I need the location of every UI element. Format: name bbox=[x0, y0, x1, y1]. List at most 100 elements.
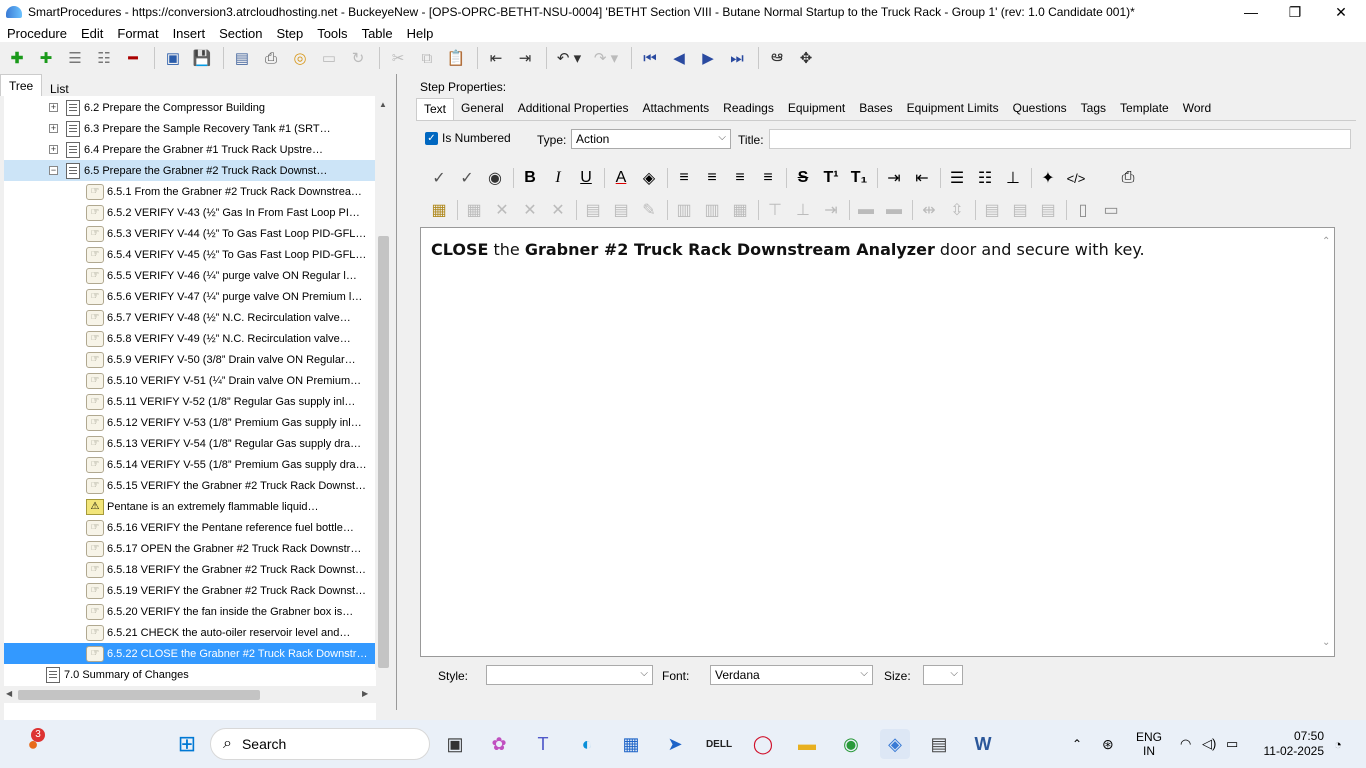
power-automate-icon[interactable]: ➤ bbox=[660, 729, 690, 759]
insert-symbol-icon[interactable]: ◉ bbox=[482, 166, 508, 190]
title-input[interactable] bbox=[769, 129, 1351, 149]
tree-step-item[interactable]: ☞ 6.5.22 CLOSE the Grabner #2 Truck Rack … bbox=[4, 643, 376, 664]
vertical-text-icon[interactable]: ▯ bbox=[1070, 198, 1096, 222]
tree-scroll-thumb[interactable] bbox=[378, 236, 389, 668]
cell-properties-icon[interactable]: ▤ bbox=[580, 198, 606, 222]
cell-align-right-icon[interactable]: ▤ bbox=[1035, 198, 1061, 222]
first-icon[interactable]: ⏮ bbox=[637, 45, 663, 71]
tab-tree[interactable]: Tree bbox=[0, 74, 43, 96]
tree-step-item[interactable]: ☞ 6.5.17 OPEN the Grabner #2 Truck Rack D… bbox=[4, 538, 376, 559]
minimize-button[interactable]: — bbox=[1228, 0, 1274, 24]
horizontal-line-icon[interactable]: ⊥ bbox=[1000, 166, 1026, 190]
delete-table-icon[interactable]: ✕ bbox=[489, 198, 515, 222]
italic-icon[interactable]: I bbox=[545, 166, 571, 190]
tree-step-item[interactable]: ☞ 6.5.19 VERIFY the Grabner #2 Truck Rack… bbox=[4, 580, 376, 601]
numbered-list-icon[interactable]: ☷ bbox=[972, 166, 998, 190]
tab-readings[interactable]: Readings bbox=[716, 98, 781, 120]
menu-procedure[interactable]: Procedure bbox=[0, 26, 74, 41]
scroll-down-icon[interactable]: ⌄ bbox=[1322, 637, 1330, 648]
delete-row-icon[interactable]: ✕ bbox=[517, 198, 543, 222]
tree-step-item[interactable]: ☞ 6.5.1 From the Grabner #2 Truck Rack Do… bbox=[4, 181, 376, 202]
style-select[interactable]: ⌵ bbox=[486, 665, 653, 685]
word-icon[interactable]: W bbox=[968, 729, 998, 759]
type-select[interactable]: Action ⌵ bbox=[571, 129, 731, 149]
insert-table-icon[interactable]: ▦ bbox=[426, 198, 452, 222]
close-button[interactable]: ✕ bbox=[1318, 0, 1364, 24]
size-select[interactable]: ⌵ bbox=[923, 665, 963, 685]
tree-step-item[interactable]: ☞ 6.5.3 VERIFY V-44 (½” To Gas Fast Loop … bbox=[4, 223, 376, 244]
merge-cells-icon[interactable]: ▦ bbox=[727, 198, 753, 222]
volume-icon[interactable]: ◁) bbox=[1202, 720, 1216, 768]
indent-list-icon[interactable]: ☰ bbox=[62, 45, 88, 71]
next-icon[interactable]: ▶ bbox=[695, 45, 721, 71]
split-cell-icon[interactable]: ▬ bbox=[881, 198, 907, 222]
expand-icon[interactable]: + bbox=[49, 103, 58, 112]
chrome-icon[interactable]: ◉ bbox=[836, 729, 866, 759]
outdent-icon[interactable]: ⇤ bbox=[483, 45, 509, 71]
tree-step-item[interactable]: ☞ 6.5.12 VERIFY V-53 (1/8” Premium Gas su… bbox=[4, 412, 376, 433]
link-icon[interactable]: ◎ bbox=[287, 45, 313, 71]
export-icon[interactable]: ▤ bbox=[229, 45, 255, 71]
font-select[interactable]: Verdana ⌵ bbox=[710, 665, 873, 685]
smartprocedures-icon[interactable]: ◈ bbox=[880, 729, 910, 759]
table-properties-icon[interactable]: ▦ bbox=[461, 198, 487, 222]
tree-section-item[interactable]: 7.0 Summary of Changes bbox=[4, 664, 376, 685]
clock[interactable]: 07:50 11-02-2025 bbox=[1258, 720, 1325, 768]
cell-style-icon[interactable]: ▤ bbox=[608, 198, 634, 222]
collapse-icon[interactable]: − bbox=[49, 166, 58, 175]
dell-icon[interactable]: DELL bbox=[704, 729, 734, 759]
tab-template[interactable]: Template bbox=[1113, 98, 1176, 120]
scroll-left-icon[interactable]: ◀ bbox=[6, 689, 12, 698]
tree-step-item[interactable]: ☞ 6.5.11 VERIFY V-52 (1/8” Regular Gas su… bbox=[4, 391, 376, 412]
align-left-icon[interactable]: ≡ bbox=[671, 166, 697, 190]
tree-step-item[interactable]: ☞ 6.5.15 VERIFY the Grabner #2 Truck Rack… bbox=[4, 475, 376, 496]
delete-column-icon[interactable]: ✕ bbox=[545, 198, 571, 222]
align-center-icon[interactable]: ≡ bbox=[699, 166, 725, 190]
tab-equipment-limits[interactable]: Equipment Limits bbox=[900, 98, 1006, 120]
tab-equipment[interactable]: Equipment bbox=[781, 98, 852, 120]
tab-bases[interactable]: Bases bbox=[852, 98, 899, 120]
tree-step-item[interactable]: ☞ 6.5.5 VERIFY V-46 (¼” purge valve ON Re… bbox=[4, 265, 376, 286]
insert-row-above-icon[interactable]: ⊤ bbox=[762, 198, 788, 222]
tree-vertical-scrollbar[interactable]: ▲ bbox=[375, 96, 392, 670]
print-icon[interactable]: ⎙ bbox=[258, 45, 284, 71]
tree-step-item[interactable]: ☞ 6.5.18 VERIFY the Grabner #2 Truck Rack… bbox=[4, 559, 376, 580]
merge-row-icon[interactable]: ▬ bbox=[853, 198, 879, 222]
tree-step-item[interactable]: ☞ 6.5.14 VERIFY V-55 (1/8” Premium Gas su… bbox=[4, 454, 376, 475]
bulleted-list-icon[interactable]: ☰ bbox=[944, 166, 970, 190]
html-source-icon[interactable]: </> bbox=[1063, 166, 1089, 190]
tree-section-item[interactable]: +6.3 Prepare the Sample Recovery Tank #1… bbox=[4, 118, 376, 139]
cell-align-left-icon[interactable]: ▤ bbox=[979, 198, 1005, 222]
tree-section-item[interactable]: +6.4 Prepare the Grabner #1 Truck Rack U… bbox=[4, 139, 376, 160]
undo-icon[interactable]: ↶ ▾ bbox=[552, 45, 586, 71]
move-icon[interactable]: ✥ bbox=[793, 45, 819, 71]
tray-vpn-icon[interactable]: ⊛ bbox=[1102, 720, 1114, 768]
tab-tags[interactable]: Tags bbox=[1074, 98, 1113, 120]
tree-step-item[interactable]: ☞ 6.5.10 VERIFY V-51 (¼” Drain valve ON P… bbox=[4, 370, 376, 391]
align-right-icon[interactable]: ≡ bbox=[727, 166, 753, 190]
menu-edit[interactable]: Edit bbox=[74, 26, 110, 41]
language-indicator[interactable]: ENG IN bbox=[1136, 720, 1162, 768]
print-preview-icon[interactable]: ⎙ bbox=[1115, 166, 1141, 190]
file-explorer-icon[interactable]: ▬ bbox=[792, 729, 822, 759]
tree-step-item[interactable]: ☞ 6.5.13 VERIFY V-54 (1/8” Regular Gas su… bbox=[4, 433, 376, 454]
windows-start-icon[interactable]: ⊞ bbox=[172, 729, 202, 759]
tab-additional-properties[interactable]: Additional Properties bbox=[511, 98, 636, 120]
expand-icon[interactable]: + bbox=[49, 124, 58, 133]
tab-text[interactable]: Text bbox=[416, 98, 455, 120]
font-color-icon[interactable]: A bbox=[608, 166, 634, 190]
expand-icon[interactable]: + bbox=[49, 145, 58, 154]
horizontal-text-icon[interactable]: ▭ bbox=[1098, 198, 1124, 222]
menu-insert[interactable]: Insert bbox=[166, 26, 213, 41]
opera-icon[interactable]: ◯ bbox=[748, 729, 778, 759]
tree-step-item[interactable]: ☞ 6.5.16 VERIFY the Pentane reference fue… bbox=[4, 517, 376, 538]
split-row-icon[interactable]: ⇥ bbox=[818, 198, 844, 222]
store-icon[interactable]: ▦ bbox=[616, 729, 646, 759]
spell-check-icon[interactable]: ✓ bbox=[426, 166, 452, 190]
tree-horizontal-scrollbar[interactable]: ◀ ▶ bbox=[4, 686, 376, 703]
save-icon[interactable]: 💾 bbox=[189, 45, 215, 71]
tree-section-item[interactable]: − 6.5 Prepare the Grabner #2 Truck Rack D… bbox=[4, 160, 376, 181]
subscript-icon[interactable]: T₁ bbox=[846, 166, 872, 190]
insert-column-left-icon[interactable]: ▥ bbox=[671, 198, 697, 222]
tree-step-item[interactable]: ☞ 6.5.20 VERIFY the fan inside the Grabne… bbox=[4, 601, 376, 622]
